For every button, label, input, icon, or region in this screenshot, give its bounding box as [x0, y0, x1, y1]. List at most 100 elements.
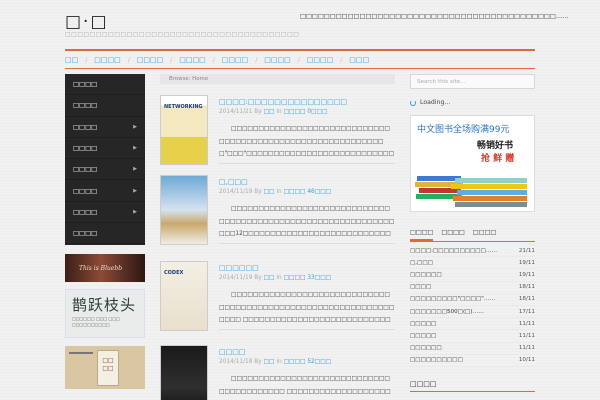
loading-indicator: Loading... [410, 99, 450, 106]
list-item-title: □□□□:□□□□□□□□□□…… [410, 247, 498, 254]
banner-image-1[interactable]: This is Bluebb [65, 254, 145, 282]
header-divider [65, 49, 535, 51]
ad-subheadline: 畅销好书 [477, 141, 514, 151]
category-menu-item[interactable]: □□□□ ▶ [65, 202, 145, 224]
post-divider [219, 329, 395, 330]
category-menu-item[interactable]: □□□□ [65, 223, 145, 245]
book-spine [455, 178, 527, 183]
book-spine [453, 196, 527, 201]
post-category[interactable]: □□□□ [284, 359, 306, 365]
post-author[interactable]: □□ [264, 109, 275, 115]
category-menu-item[interactable]: □□□□ ▶ [65, 180, 145, 202]
category-label: □□□□ [73, 186, 98, 195]
banner-image-2[interactable]: 鹊跃枝头 □□□□□□ □□□ □□□ □□□□□□□□□□ [65, 289, 145, 338]
nav-item[interactable]: □□□□ [222, 56, 248, 64]
banner-heading: 鹊跃枝头 [72, 296, 137, 314]
search-input[interactable]: Search this site... [410, 74, 535, 89]
post-thumbnail[interactable] [160, 175, 208, 245]
post-category[interactable]: □□□□ [284, 189, 306, 195]
site-title[interactable]: □·□ [65, 12, 109, 32]
post-thumbnail[interactable]: CODEX [160, 261, 208, 331]
nav-item[interactable]: □□□□ [137, 56, 163, 64]
post-title[interactable]: □,□□□ [219, 178, 248, 186]
post-entry: □,□□□ 2014/11/19 By □□ In □□□□ 46□□□ □□□… [160, 175, 395, 247]
loading-text: Loading... [420, 99, 451, 106]
main-nav: □□ / □□□□ / □□□□ / □□□□ / □□□□ / □□□□ / … [65, 55, 535, 65]
post-title[interactable]: □□□□□□ [219, 264, 259, 272]
chevron-right-icon: ▶ [133, 187, 137, 194]
nav-separator: / [85, 56, 88, 64]
list-item[interactable]: □□□□□□□500□(□)…… 17/11 [410, 306, 535, 319]
post-thumbnail[interactable] [160, 345, 208, 400]
nav-item[interactable]: □□□□ [264, 56, 290, 64]
post-category[interactable]: □□□□ [284, 275, 306, 281]
ad-banner[interactable]: 中文图书全场购满99元 畅销好书 抢 鲜 赠 [410, 115, 535, 212]
nav-item[interactable]: □□□ [349, 56, 369, 64]
post-author[interactable]: □□ [264, 189, 275, 195]
category-menu-item[interactable]: □□□□ [65, 74, 145, 96]
post-title[interactable]: □□□□:□□□□□□□□□□□□□□□ [219, 98, 347, 106]
list-item[interactable]: □□□□ 18/11 [410, 282, 535, 294]
category-menu-item[interactable]: □□□□ ▶ [65, 117, 145, 138]
post-comments[interactable]: 0□□□ [307, 109, 327, 115]
list-item[interactable]: □,□□□ 19/11 [410, 257, 535, 270]
banner-image-3[interactable]: □□ □□ [65, 346, 145, 389]
list-item-title: □,□□□ [410, 259, 433, 266]
tab-comments[interactable]: □□□□ [473, 229, 496, 241]
book-spine [451, 184, 527, 189]
list-item-title: □□□□□□ [410, 345, 442, 352]
list-item-date: 18/11 [518, 296, 535, 303]
category-menu-item[interactable]: □□□□ [65, 95, 145, 117]
list-item[interactable]: □□□□:□□□□□□□□□□…… 21/11 [410, 245, 535, 258]
post-comments[interactable]: 52□□□ [307, 359, 331, 365]
list-item-date: 21/11 [518, 247, 535, 254]
post-excerpt: □□□□□□□□□□□□□□□□□□□□□□□□□□□□□□□□□□□□□□□□… [219, 206, 395, 237]
post-author[interactable]: □□ [264, 359, 275, 365]
post-meta: 2014/11/19 By □□ In □□□□ 33□□□ [219, 275, 332, 281]
cover-title: CODEX [164, 270, 184, 276]
nav-item[interactable]: □□□□ [307, 56, 333, 64]
list-item-title: □□□□□□□□□"□□□□"…… [410, 296, 496, 303]
post-author[interactable]: □□ [264, 275, 275, 281]
book-spine [455, 202, 527, 207]
ad-slogan: 抢 鲜 赠 [481, 154, 515, 164]
nav-item-home[interactable]: □□ [65, 56, 78, 64]
post-meta: 2014/11/21 By □□ In □□□□ 0□□□ [219, 109, 328, 115]
nav-item[interactable]: □□□□ [94, 56, 120, 64]
list-item[interactable]: □□□□□ 11/11 [410, 318, 535, 331]
category-menu-item[interactable]: □□□□ ▶ [65, 159, 145, 181]
tab-popular[interactable]: □□□□ [441, 229, 464, 241]
banner-text: This is Bluebb [79, 264, 123, 272]
post-comments[interactable]: 46□□□ [307, 189, 331, 195]
nav-separator: / [255, 56, 258, 64]
post-title[interactable]: □□□□ [219, 348, 245, 356]
list-item[interactable]: □□□□□□ 11/11 [410, 343, 535, 355]
banner-stripe [69, 352, 93, 354]
chevron-right-icon: ▶ [133, 166, 137, 173]
nav-divider [65, 68, 535, 69]
list-item[interactable]: □□□□□□ 19/11 [410, 269, 535, 282]
book-spine [457, 190, 527, 195]
nav-item[interactable]: □□□□ [179, 56, 205, 64]
ad-headline: 中文图书全场购满99元 [417, 125, 510, 135]
post-comments[interactable]: 33□□□ [307, 275, 331, 281]
post-thumbnail[interactable]: NETWORKING [160, 95, 208, 165]
post-divider [219, 163, 395, 164]
list-item[interactable]: □□□□□ 11/11 [410, 330, 535, 343]
category-menu: □□□□ □□□□ □□□□ ▶ □□□□ ▶ □□□□ ▶ □□□□ ▶ □□□□ ▶ … [65, 74, 145, 245]
banner-book: □□ □□ [97, 350, 119, 386]
recent-posts-list: □□□□:□□□□□□□□□□…… 21/11 □,□□□ 19/11 □□□□□□… [410, 245, 535, 367]
post-entry: CODEX □□□□□□ 2014/11/19 By □□ In □□□□ 33… [160, 261, 395, 333]
list-item-title: □□□□ [410, 284, 432, 291]
category-menu-item[interactable]: □□□□ ▶ [65, 138, 145, 160]
tab-recent[interactable]: □□□□ [410, 229, 434, 241]
list-item[interactable]: □□□□□□□□□□ 10/11 [410, 355, 535, 367]
list-item-date: 11/11 [518, 345, 535, 352]
breadcrumb: Browse: Home [160, 74, 395, 84]
list-item-date: 11/11 [518, 332, 535, 339]
spinner-icon [410, 99, 416, 106]
list-item[interactable]: □□□□□□□□□"□□□□"…… 18/11 [410, 294, 535, 306]
tabs-divider [410, 241, 535, 242]
post-category[interactable]: □□□□ [284, 109, 306, 115]
chevron-right-icon: ▶ [133, 123, 137, 130]
